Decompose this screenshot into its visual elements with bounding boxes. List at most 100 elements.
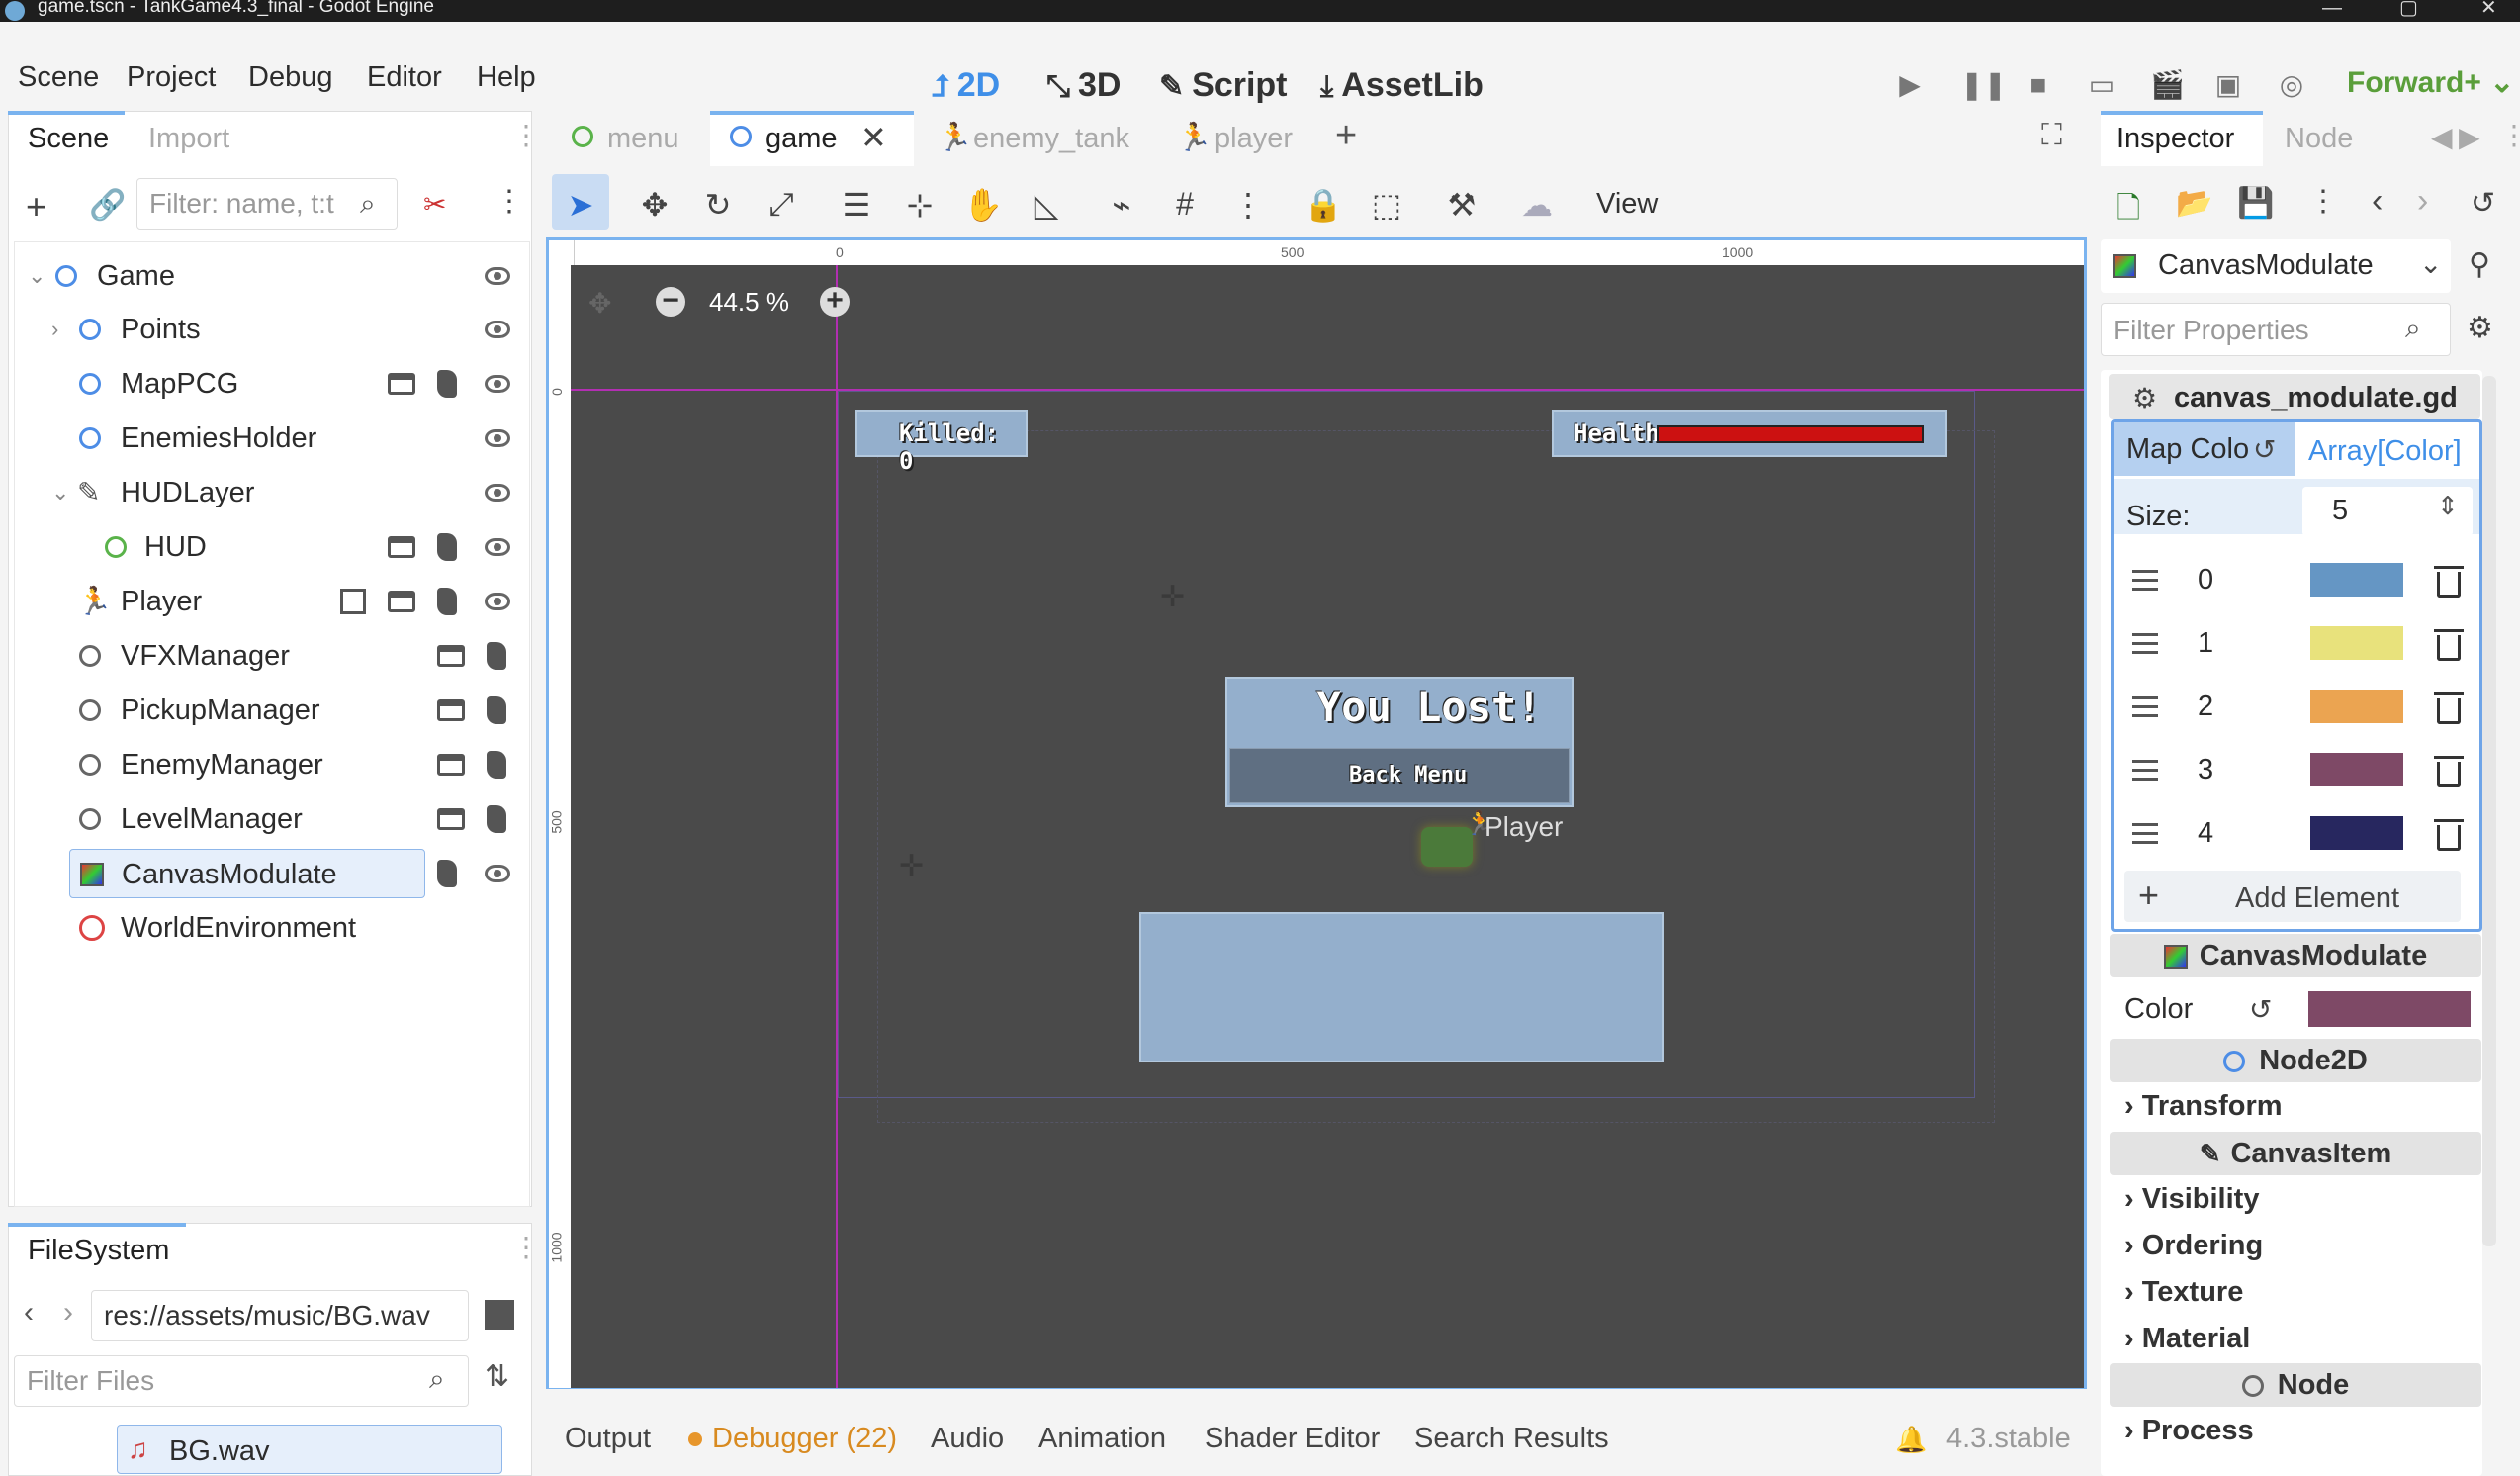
mode-3d-button[interactable]: ⤡ 3D [1046, 66, 1121, 105]
view-menu[interactable]: View [1596, 188, 1658, 221]
tree-node-levelmanager[interactable]: LevelManager [14, 794, 523, 844]
menu-debug[interactable]: Debug [248, 61, 332, 94]
menu-scene[interactable]: Scene [18, 61, 99, 94]
category-material[interactable]: › Material [2124, 1323, 2250, 1355]
stepper-icon[interactable]: ⇕ [2437, 491, 2459, 521]
property-options-icon[interactable]: ⚙ [2467, 311, 2493, 345]
inspector-scrollbar[interactable] [2482, 376, 2496, 1246]
color-swatch-button[interactable] [2310, 816, 2403, 850]
select-mode-icon[interactable]: ➤ [561, 186, 600, 224]
script-icon[interactable] [487, 642, 506, 670]
tab-debugger[interactable]: Debugger (22) [712, 1423, 897, 1455]
pause-icon[interactable]: ❚❚ [1960, 71, 2007, 99]
pivot-mode-icon[interactable]: ⊹ [900, 186, 940, 224]
category-process[interactable]: › Process [2124, 1415, 2254, 1447]
tree-node-mappcg[interactable]: MapPCG [14, 359, 523, 409]
smart-snap-icon[interactable]: ⌁ [1102, 186, 1141, 224]
visibility-eye-icon[interactable] [485, 321, 510, 338]
list-select-icon[interactable]: ☰ [837, 186, 876, 224]
visibility-eye-icon[interactable] [485, 538, 510, 556]
visibility-eye-icon[interactable] [485, 429, 510, 447]
mode-assetlib-button[interactable]: ⤓ AssetLib [1320, 66, 1484, 105]
back-arrow-icon[interactable]: ‹ [24, 1296, 34, 1330]
add-tab-icon[interactable]: + [1335, 115, 1357, 157]
split-mode-icon[interactable] [485, 1300, 514, 1330]
script-icon[interactable] [487, 805, 506, 833]
size-spinbox[interactable]: 5 ⇕ [2302, 487, 2473, 536]
visibility-eye-icon[interactable] [485, 375, 510, 393]
tree-node-pickupmanager[interactable]: PickupManager [14, 686, 523, 735]
tree-node-hud[interactable]: HUD [14, 522, 523, 572]
expand-arrow-icon[interactable]: › [51, 305, 58, 354]
play-custom-scene-icon[interactable]: ▣ [2213, 71, 2243, 99]
dock-menu-icon[interactable]: ⋮ [512, 119, 540, 151]
trash-icon[interactable] [2434, 629, 2464, 661]
script-icon[interactable] [437, 860, 457, 887]
script-icon[interactable] [437, 533, 457, 561]
open-scene-icon[interactable] [388, 536, 415, 558]
sort-icon[interactable]: ⇅ [485, 1359, 509, 1394]
tab-audio[interactable]: Audio [931, 1423, 1004, 1455]
trash-icon[interactable] [2434, 819, 2464, 851]
dock-menu-icon[interactable]: ⋮ [512, 1231, 540, 1263]
filter-files-input[interactable]: Filter Files [14, 1355, 469, 1407]
object-help-icon[interactable]: ⚲ [2469, 247, 2490, 282]
tab-enemy-tank[interactable]: enemy_tank [973, 123, 1129, 155]
add-element-button[interactable]: + Add Element [2124, 871, 2461, 922]
tab-game[interactable]: game [765, 123, 838, 155]
script-section-header[interactable]: ⚙ canvas_modulate.gd [2109, 374, 2480, 419]
history-forward-icon[interactable]: › [2417, 182, 2428, 221]
open-scene-icon[interactable] [437, 754, 465, 776]
color-swatch-button[interactable] [2310, 626, 2403, 660]
tree-node-enemymanager[interactable]: EnemyManager [14, 740, 523, 789]
tab-filesystem[interactable]: FileSystem [28, 1235, 169, 1267]
drag-handle-icon[interactable] [2132, 760, 2158, 763]
play-scene-icon[interactable]: 🎬 [2150, 71, 2185, 99]
tree-node-canvasmodulate[interactable]: CanvasModulate [69, 849, 425, 898]
forward-arrow-icon[interactable]: › [63, 1296, 73, 1330]
movie-maker-icon[interactable]: ◎ [2277, 71, 2306, 99]
script-icon[interactable] [487, 751, 506, 779]
visibility-eye-icon[interactable] [485, 267, 510, 285]
load-resource-icon[interactable]: 📂 [2176, 186, 2212, 221]
open-scene-icon[interactable] [437, 808, 465, 830]
drag-handle-icon[interactable] [2132, 570, 2158, 573]
save-resource-icon[interactable]: 💾 [2237, 186, 2274, 221]
tab-menu[interactable]: menu [607, 123, 679, 155]
array-type-button[interactable]: Array[Color] [2308, 435, 2462, 468]
mode-script-button[interactable]: ✎ Script [1159, 66, 1288, 105]
collapse-arrow-icon[interactable]: ⌄ [51, 468, 69, 517]
filter-properties-input[interactable]: Filter Properties [2101, 303, 2451, 356]
minimize-icon[interactable]: — [2322, 0, 2342, 19]
revert-icon[interactable]: ↺ [2253, 433, 2276, 466]
add-node-icon[interactable]: + [26, 186, 46, 228]
remote-debug-icon[interactable]: ▭ [2087, 71, 2116, 99]
tab-inspector[interactable]: Inspector [2116, 123, 2234, 155]
section-canvasmodulate[interactable]: CanvasModulate [2110, 934, 2481, 977]
file-item-bg-wav[interactable]: ♫ BG.wav [117, 1425, 502, 1474]
skeleton-icon[interactable]: ☁ [1517, 186, 1557, 224]
script-icon[interactable] [437, 370, 457, 398]
category-texture[interactable]: › Texture [2124, 1276, 2243, 1309]
distraction-free-icon[interactable]: ⛶ [2041, 119, 2062, 152]
dock-move-right-icon[interactable]: ▶ [2459, 121, 2480, 153]
close-tab-icon[interactable]: ✕ [860, 119, 887, 156]
zoom-out-icon[interactable]: − [656, 286, 685, 317]
menu-editor[interactable]: Editor [367, 61, 442, 94]
open-scene-icon[interactable] [437, 699, 465, 721]
stop-icon[interactable]: ■ [2024, 71, 2053, 99]
filesystem-path-input[interactable]: res://assets/music/BG.wav [91, 1290, 469, 1341]
tree-node-vfxmanager[interactable]: VFXManager [14, 631, 523, 681]
center-view-icon[interactable]: ✥ [588, 287, 611, 320]
tab-output[interactable]: Output [565, 1423, 651, 1455]
drag-handle-icon[interactable] [2132, 696, 2158, 699]
instance-scene-icon[interactable]: 🔗 [89, 188, 126, 223]
tree-node-hudlayer[interactable]: ⌄ ✎ HUDLayer [14, 468, 523, 517]
snap-options-icon[interactable]: ⋮ [1228, 186, 1268, 224]
color-swatch-button[interactable] [2310, 563, 2403, 597]
drag-handle-icon[interactable] [2132, 633, 2158, 636]
color-swatch-button[interactable] [2310, 753, 2403, 786]
trash-icon[interactable] [2434, 692, 2464, 724]
canvas-viewport[interactable]: − 44.5 % + ✥ Killed: 0 Health ✛ ✛ You Lo… [571, 265, 2084, 1388]
menu-project[interactable]: Project [127, 61, 216, 94]
